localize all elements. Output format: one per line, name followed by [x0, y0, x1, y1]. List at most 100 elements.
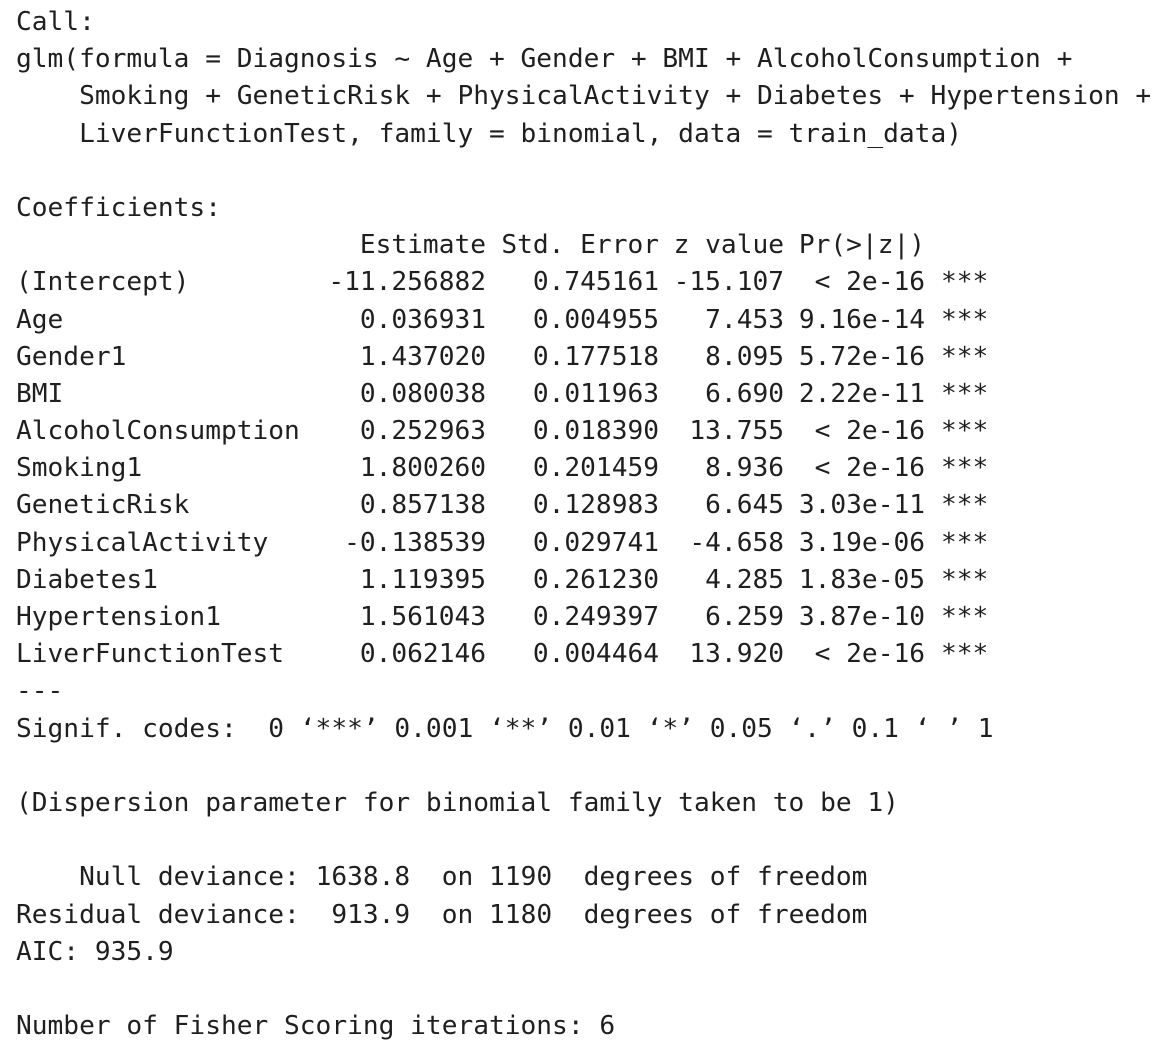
coef-z-value: 7.453: [705, 304, 784, 335]
residual-deviance-df: on 1180 degrees of freedom: [441, 899, 868, 930]
coefficient-row: GeneticRisk 0.857138 0.128983 6.645 3.03e-11…: [16, 487, 1166, 524]
coef-estimate: 1.437020: [359, 341, 486, 372]
coef-p-value: 3.87e-10: [798, 602, 925, 632]
r-console-output: Call: glm(formula = Diagnosis ~ Age + Ge…: [16, 4, 1166, 1045]
coef-std-error: 0.004955: [532, 304, 659, 335]
coef-z-value: -4.658: [689, 527, 784, 558]
coef-std-error: 0.128983: [532, 490, 659, 521]
coef-estimate: 0.080038: [359, 378, 486, 409]
coef-std-error: 0.018390: [532, 416, 659, 447]
coef-estimate: 1.119395: [359, 564, 486, 595]
coefficient-row: Diabetes1 1.119395 0.261230 4.285 1.83e-05 **…: [16, 562, 1166, 599]
coef-signif: ***: [941, 602, 989, 632]
header-p-value: Pr(>|z|): [798, 230, 925, 261]
coef-estimate: -0.138539: [344, 527, 486, 558]
coef-name: BMI: [16, 378, 64, 409]
coef-estimate: 0.252963: [359, 416, 486, 447]
residual-deviance-label: Residual deviance:: [16, 899, 300, 930]
header-estimate: Estimate: [359, 230, 486, 261]
residual-deviance-line: Residual deviance: 913.9 on 1180 degrees…: [16, 897, 1166, 934]
coef-p-value: < 2e-16: [814, 453, 925, 484]
coefficient-row: LiverFunctionTest 0.062146 0.004464 13.920 <…: [16, 636, 1166, 673]
coef-estimate: 0.857138: [359, 490, 486, 521]
coef-signif: ***: [941, 564, 989, 595]
coef-z-value: 8.095: [705, 341, 784, 372]
coef-p-value: 1.83e-05: [798, 564, 925, 595]
coef-signif: ***: [941, 304, 989, 335]
coefficient-row: Age 0.036931 0.004955 7.453 9.16e-14 ***: [16, 302, 1166, 339]
coef-name: AlcoholConsumption: [16, 416, 300, 447]
coef-std-error: 0.201459: [532, 453, 659, 484]
coef-signif: ***: [941, 341, 989, 372]
coefficient-row: Smoking1 1.800260 0.201459 8.936 < 2e-16 ***: [16, 450, 1166, 487]
coef-signif: ***: [941, 490, 989, 521]
coefficients-header-row: Estimate Std. Error z value Pr(>|z|): [16, 227, 1166, 264]
separator-line: ---: [16, 676, 64, 707]
coef-z-value: 6.690: [705, 378, 784, 409]
coefficient-row: PhysicalActivity -0.138539 0.029741 -4.658 3…: [16, 525, 1166, 562]
coef-estimate: 1.561043: [359, 602, 486, 632]
coef-std-error: 0.011963: [532, 378, 659, 409]
coef-name: GeneticRisk: [16, 490, 190, 521]
coef-estimate: 0.036931: [359, 304, 486, 335]
coef-z-value: 13.755: [689, 416, 784, 447]
coef-z-value: 13.920: [689, 639, 784, 670]
coef-p-value: < 2e-16: [814, 267, 925, 298]
coefficient-row: Hypertension1 1.561043 0.249397 6.259 3.87e-…: [16, 599, 1166, 636]
coef-name: Hypertension1: [16, 602, 221, 632]
null-deviance-line: Null deviance: 1638.8 on 1190 degrees of…: [16, 859, 1166, 896]
coef-name: LiverFunctionTest: [16, 639, 285, 670]
coef-std-error: 0.004464: [532, 639, 659, 670]
coef-name: Smoking1: [16, 453, 143, 484]
null-deviance-value: 1638.8: [315, 862, 411, 893]
signif-codes: Signif. codes: 0 ‘***’ 0.001 ‘**’ 0.01 ‘…: [16, 713, 994, 744]
coef-signif: ***: [941, 527, 989, 558]
coef-name: Age: [16, 304, 64, 335]
coef-std-error: 0.261230: [532, 564, 659, 595]
fisher-iterations: Number of Fisher Scoring iterations: 6: [16, 1011, 616, 1042]
coef-std-error: 0.249397: [532, 602, 659, 632]
header-z-value: z value: [673, 230, 784, 261]
coef-p-value: 5.72e-16: [798, 341, 925, 372]
coef-p-value: 2.22e-11: [798, 378, 925, 409]
coefficient-row: AlcoholConsumption 0.252963 0.018390 13.755…: [16, 413, 1166, 450]
header-std-error: Std. Error: [501, 230, 659, 261]
call-line-3: LiverFunctionTest, family = binomial, da…: [16, 118, 962, 149]
coef-std-error: 0.029741: [532, 527, 659, 558]
coef-estimate: 0.062146: [359, 639, 486, 670]
coef-signif: ***: [941, 378, 989, 409]
call-line-2: Smoking + GeneticRisk + PhysicalActivity…: [16, 81, 1152, 112]
coef-z-value: 6.259: [705, 602, 784, 632]
coef-std-error: 0.745161: [532, 267, 659, 298]
dispersion-note: (Dispersion parameter for binomial famil…: [16, 787, 899, 818]
aic-line: AIC: 935.9: [16, 936, 174, 967]
coef-z-value: 4.285: [705, 564, 784, 595]
coef-estimate: -11.256882: [328, 267, 486, 298]
coef-name: Gender1: [16, 341, 127, 372]
residual-deviance-value: 913.9: [331, 899, 411, 930]
coef-name: PhysicalActivity: [16, 527, 269, 558]
coef-p-value: 3.03e-11: [798, 490, 925, 521]
coef-z-value: 8.936: [705, 453, 784, 484]
call-line-1: glm(formula = Diagnosis ~ Age + Gender +…: [16, 44, 1073, 75]
coef-p-value: < 2e-16: [814, 416, 925, 447]
coefficients-heading: Coefficients:: [16, 192, 221, 223]
coef-z-value: -15.107: [673, 267, 784, 298]
coef-p-value: < 2e-16: [814, 639, 925, 670]
coef-name: Diabetes1: [16, 564, 158, 595]
null-deviance-df: on 1190 degrees of freedom: [441, 862, 868, 893]
coef-name: (Intercept): [16, 267, 190, 298]
coef-signif: ***: [941, 416, 989, 447]
call-heading: Call:: [16, 7, 95, 37]
coef-std-error: 0.177518: [532, 341, 659, 372]
null-deviance-label: Null deviance:: [16, 862, 300, 893]
coef-estimate: 1.800260: [359, 453, 486, 484]
coef-p-value: 9.16e-14: [798, 304, 925, 335]
coefficient-row: BMI 0.080038 0.011963 6.690 2.22e-11 ***: [16, 376, 1166, 413]
coef-signif: ***: [941, 453, 989, 484]
coef-signif: ***: [941, 267, 989, 298]
